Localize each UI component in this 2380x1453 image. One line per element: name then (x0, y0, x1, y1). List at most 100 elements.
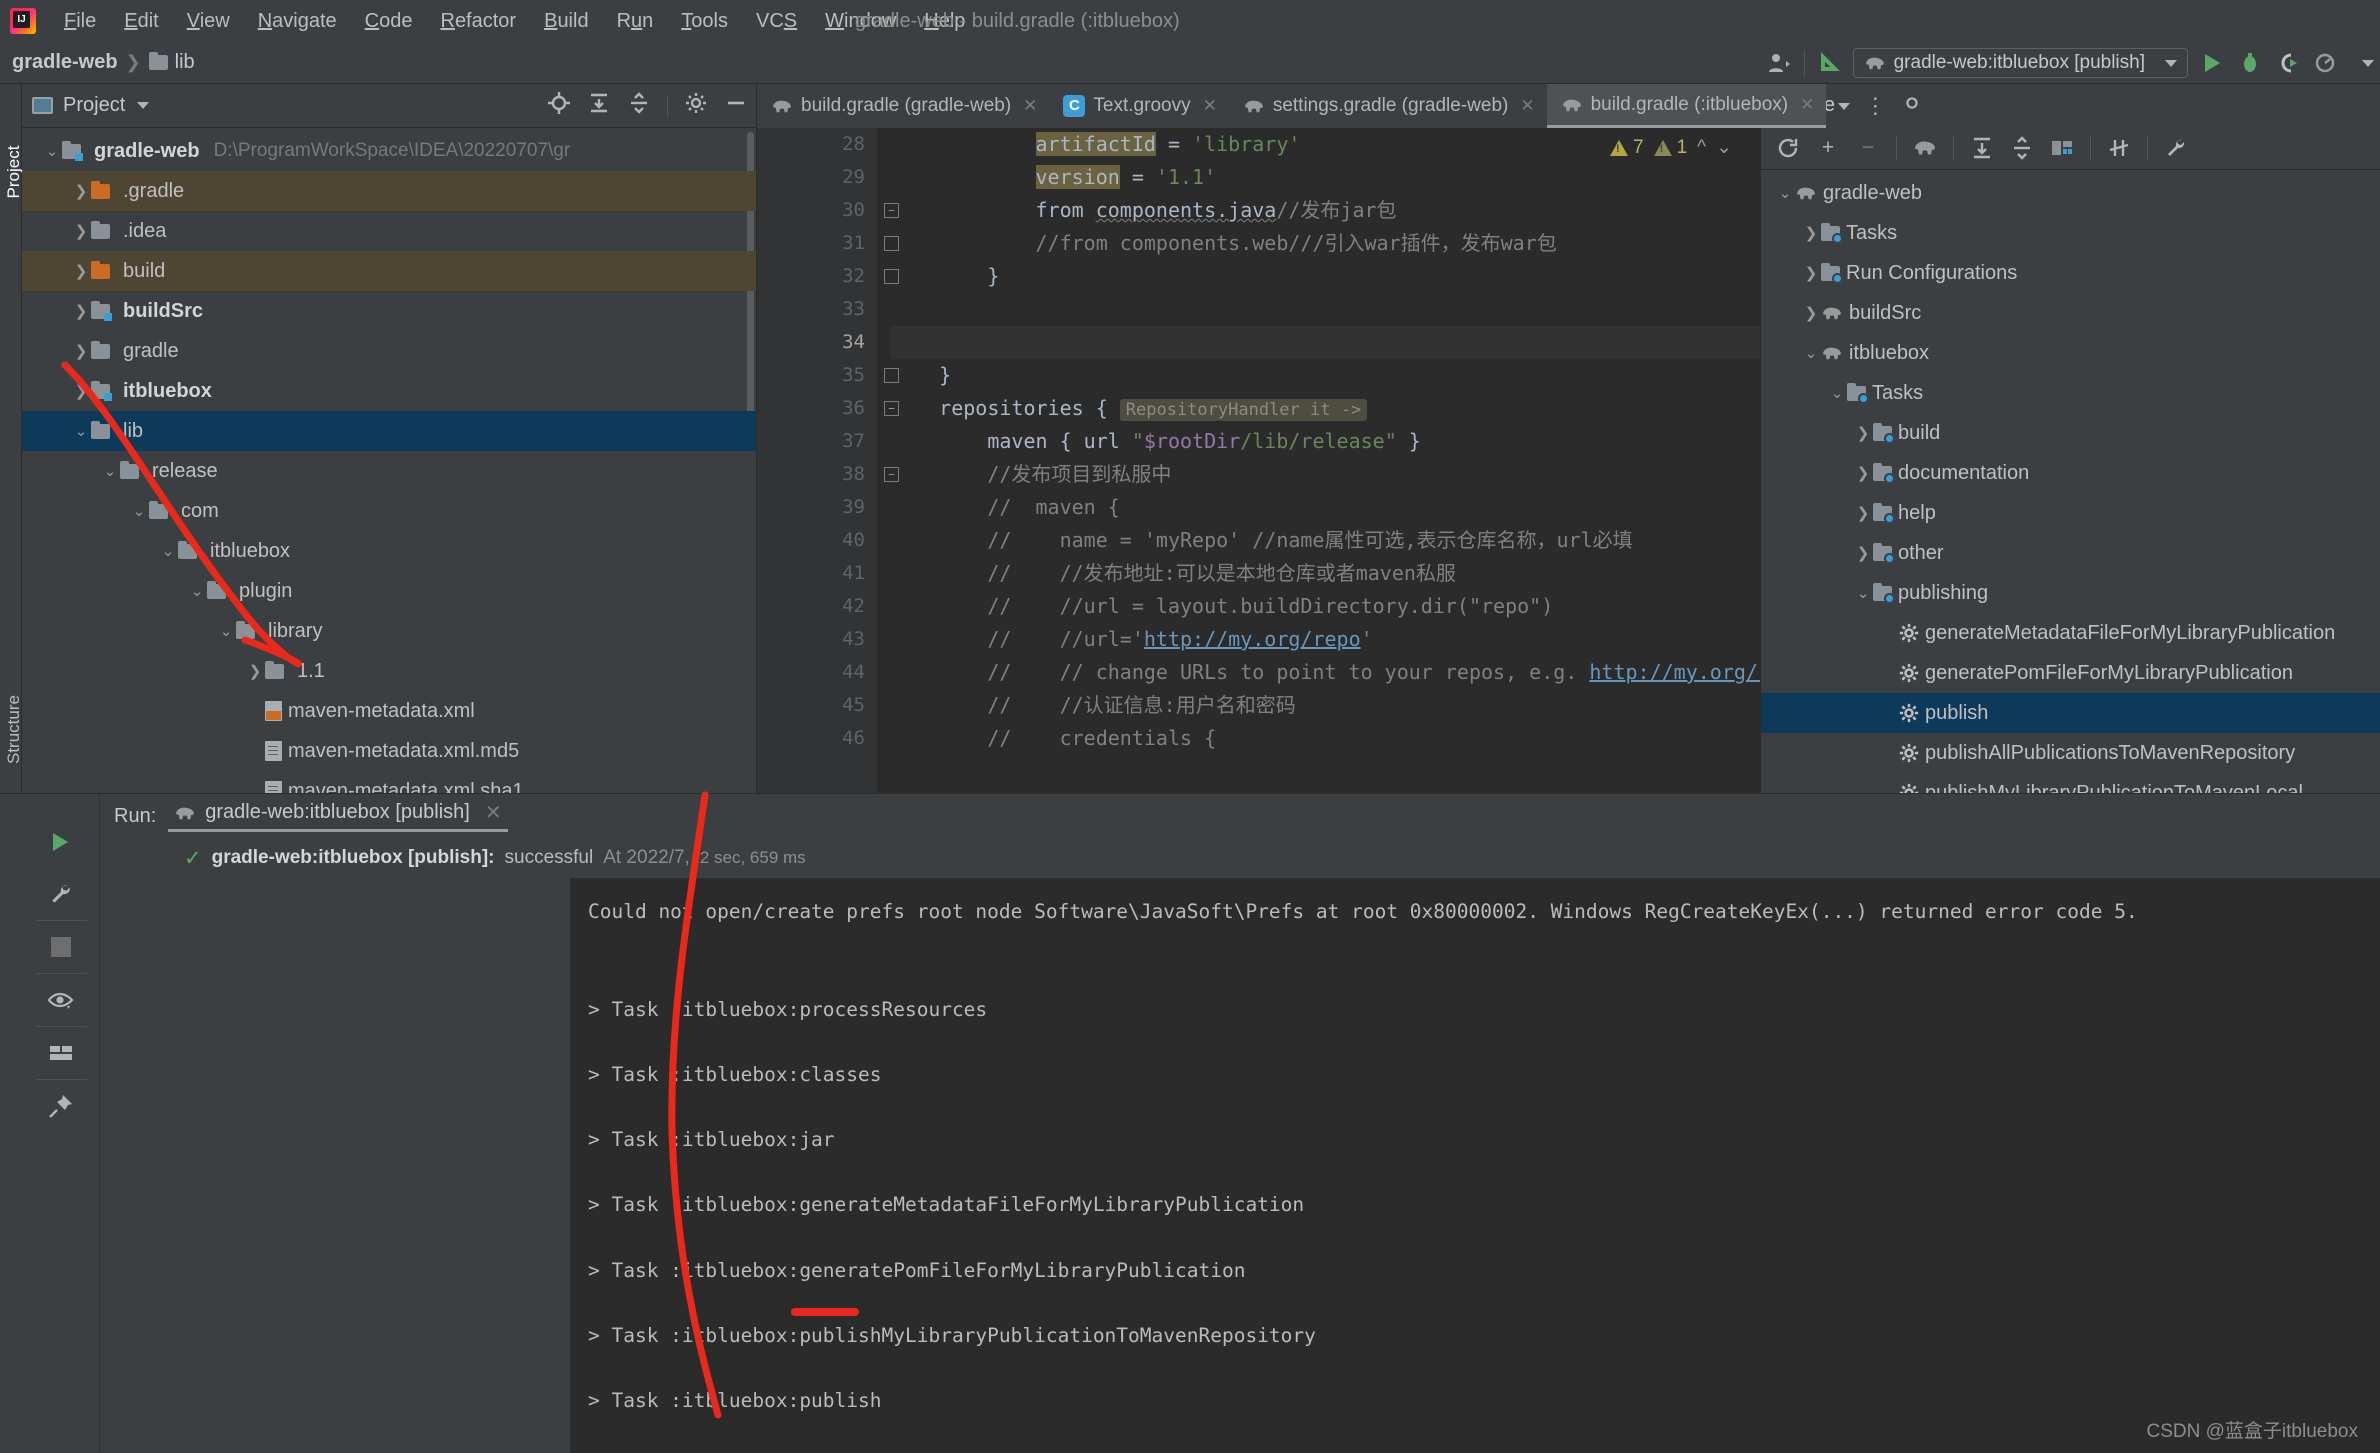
tool-window-project[interactable]: Project (4, 142, 24, 202)
chevron-right-icon[interactable]: ❯ (1853, 544, 1873, 562)
editor-tab-2[interactable]: settings.gradle (gradle-web) ✕ (1229, 84, 1547, 128)
tree-row-build[interactable]: ❯ build (22, 251, 756, 291)
chevron-right-icon[interactable]: ❯ (71, 302, 91, 320)
menu-item-file[interactable]: File (50, 6, 110, 37)
pin-icon[interactable] (33, 1080, 89, 1132)
gradle-tree-row-tasks[interactable]: ❯ Tasks (1761, 213, 2380, 253)
tree-row-lib[interactable]: ⌄ lib (22, 411, 756, 451)
user-icon[interactable] (1766, 49, 1794, 77)
collapse-all-icon[interactable] (2005, 133, 2039, 163)
code-line[interactable]: // //认证信息:用户名和密码 (891, 689, 1760, 722)
gradle-tree-row-itbluebox[interactable]: ⌄ itbluebox (1761, 333, 2380, 373)
chevron-right-icon[interactable]: ❯ (1801, 304, 1821, 322)
chevron-right-icon[interactable]: ❯ (1801, 224, 1821, 242)
tree-row-maven-metadata-xml[interactable]: ›maven-metadata.xml (22, 691, 756, 731)
code-line[interactable]: // //url = layout.buildDirectory.dir("re… (891, 590, 1760, 623)
chevron-right-icon[interactable]: ❯ (71, 342, 91, 360)
close-icon[interactable]: ✕ (1203, 96, 1217, 116)
prev-highlight-icon[interactable]: ^ (1697, 137, 1706, 159)
warning-count[interactable]: 7 (1610, 137, 1644, 159)
chevron-down-icon[interactable]: ⌄ (1775, 184, 1795, 202)
tab-options-icon[interactable]: ⋮ (1864, 93, 1887, 119)
gradle-tree-row-publishing[interactable]: ⌄ publishing (1761, 573, 2380, 613)
gradle-tree-row-help[interactable]: ❯ help (1761, 493, 2380, 533)
menu-item-tools[interactable]: Tools (667, 6, 742, 37)
chevron-right-icon[interactable]: ❯ (1853, 464, 1873, 482)
close-icon[interactable]: ✕ (1520, 96, 1534, 116)
tree-row-root[interactable]: ⌄ gradle-web D:\ProgramWorkSpace\IDEA\2022… (22, 131, 756, 171)
toggle-offline-icon[interactable] (2102, 133, 2136, 163)
editor-tab-1[interactable]: C Text.groovy ✕ (1049, 84, 1228, 128)
gradle-tree-row-generatepomfileformylibrarypublication[interactable]: ›generatePomFileForMyLibraryPublication (1761, 653, 2380, 693)
menu-item-run[interactable]: Run (603, 6, 668, 37)
menu-item-code[interactable]: Code (351, 6, 427, 37)
remove-icon[interactable]: − (1851, 133, 1885, 163)
code-line[interactable]: // //发布地址:可以是本地仓库或者maven私服 (891, 557, 1760, 590)
gradle-tree-row-publish[interactable]: ›publish (1761, 693, 2380, 733)
code-line[interactable]: // credentials { (891, 722, 1760, 755)
gear-icon[interactable] (684, 91, 708, 121)
run-console-output[interactable]: Could not open/create prefs root node So… (570, 878, 2380, 1453)
profiler-icon[interactable] (2312, 49, 2340, 77)
menu-item-build[interactable]: Build (530, 6, 602, 37)
gradle-tree-row-run-configurations[interactable]: ❯ Run Configurations (1761, 253, 2380, 293)
code-line[interactable]: from components.java//发布jar包 (891, 194, 1760, 227)
tree-row--idea[interactable]: ❯ .idea (22, 211, 756, 251)
expand-all-icon[interactable] (1965, 133, 1999, 163)
code-line[interactable]: } (891, 260, 1760, 293)
rerun-icon[interactable] (33, 816, 89, 868)
tree-row-com[interactable]: ⌄ com (22, 491, 756, 531)
close-icon[interactable]: ✕ (1800, 95, 1814, 115)
code-line[interactable]: // name = 'myRepo' //name属性可选,表示仓库名称，url… (891, 524, 1760, 557)
menu-item-view[interactable]: View (173, 6, 244, 37)
run-with-coverage-icon[interactable] (2274, 49, 2302, 77)
gradle-tree-row-generatemetadatafileformylibrarypublication[interactable]: ›generateMetadataFileForMyLibraryPublica… (1761, 613, 2380, 653)
breadcrumb-project[interactable]: gradle-web (12, 51, 118, 74)
chevron-right-icon[interactable]: ❯ (1801, 264, 1821, 282)
run-icon[interactable] (2198, 49, 2226, 77)
expand-all-icon[interactable] (587, 91, 611, 121)
chevron-down-icon[interactable]: ⌄ (1801, 344, 1821, 362)
chevron-down-icon[interactable]: ⌄ (187, 582, 207, 600)
tree-row-library[interactable]: ⌄ library (22, 611, 756, 651)
menu-item-vcs[interactable]: VCS (742, 6, 811, 37)
tree-row-gradle[interactable]: ❯ gradle (22, 331, 756, 371)
chevron-down-icon[interactable]: ⌄ (100, 462, 120, 480)
stop-icon[interactable] (33, 921, 89, 973)
gradle-tree-row-buildsrc[interactable]: ❯ buildSrc (1761, 293, 2380, 333)
menu-item-edit[interactable]: Edit (110, 6, 172, 37)
code-line[interactable]: // //url='http://my.org/repo' (891, 623, 1760, 656)
tab-list-chevron-down-icon[interactable] (1838, 102, 1851, 110)
next-highlight-icon[interactable]: ⌄ (1716, 136, 1732, 159)
code-line[interactable]: repositories { RepositoryHandler it -> (891, 392, 1760, 425)
gradle-tree-row-build[interactable]: ❯ build (1761, 413, 2380, 453)
chevron-right-icon[interactable]: ❯ (71, 182, 91, 200)
code-line[interactable]: // maven { (891, 491, 1760, 524)
editor-tab-3[interactable]: build.gradle (:itbluebox) ✕ (1546, 84, 1827, 128)
code-line[interactable] (891, 326, 1760, 359)
code-line[interactable]: //发布项目到私服中 (891, 458, 1760, 491)
chevron-down-icon[interactable]: ⌄ (42, 142, 62, 160)
project-view-chevron-down-icon[interactable] (137, 102, 150, 109)
gradle-tree-row-documentation[interactable]: ❯ documentation (1761, 453, 2380, 493)
wrench-icon[interactable] (2159, 133, 2193, 163)
code-line[interactable] (891, 293, 1760, 326)
collapse-all-icon[interactable] (627, 91, 651, 121)
gradle-tree-row-tasks[interactable]: ⌄ Tasks (1761, 373, 2380, 413)
tree-row-buildsrc[interactable]: ❯ buildSrc (22, 291, 756, 331)
editor-tab-0[interactable]: build.gradle (gradle-web) ✕ (757, 84, 1049, 128)
tree-row-1-1[interactable]: ❯ 1.1 (22, 651, 756, 691)
chevron-right-icon[interactable]: ❯ (71, 382, 91, 400)
close-icon[interactable]: ✕ (485, 800, 502, 825)
code-line[interactable]: } (891, 359, 1760, 392)
breadcrumb-lib[interactable]: lib (148, 51, 195, 74)
tree-row-maven-metadata-xml-md5[interactable]: ›maven-metadata.xml.md5 (22, 731, 756, 771)
gradle-tree-row-publishallpublicationstomavenrepository[interactable]: ›publishAllPublicationsToMavenRepository (1761, 733, 2380, 773)
module-icon[interactable] (2045, 133, 2079, 163)
code-line[interactable]: // // change URLs to point to your repos… (891, 656, 1760, 689)
close-icon[interactable]: ✕ (1023, 96, 1037, 116)
chevron-down-icon[interactable]: ⌄ (158, 542, 178, 560)
chevron-down-icon[interactable]: ⌄ (71, 422, 91, 440)
menu-item-refactor[interactable]: Refactor (426, 6, 530, 37)
wrap-text-icon[interactable] (33, 1027, 89, 1079)
